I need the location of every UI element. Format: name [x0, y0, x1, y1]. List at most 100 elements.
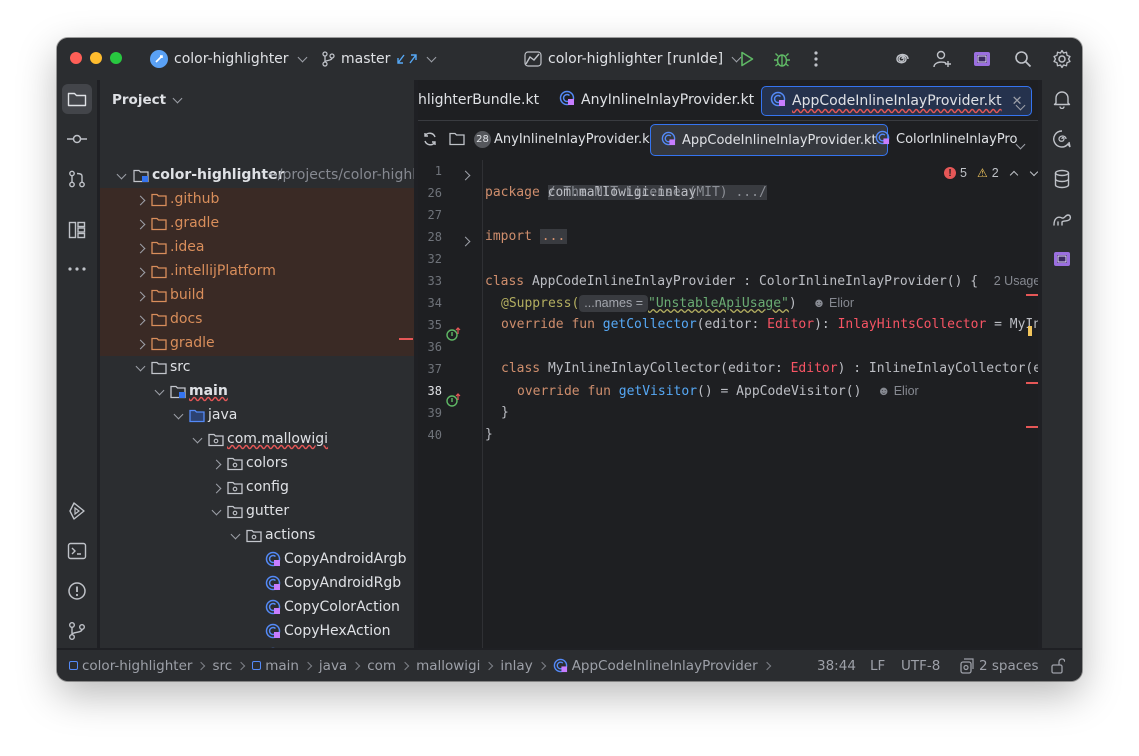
breadcrumb-item[interactable]: inlay: [500, 658, 532, 674]
tree-root[interactable]: color-highlighter ~/projects/color-highl…: [100, 164, 414, 188]
fold-expand-icon[interactable]: [460, 170, 471, 181]
zoom-window-button[interactable]: [110, 52, 122, 64]
run-button[interactable]: [735, 47, 759, 71]
tree-item[interactable]: CopyAndroidRgb: [100, 572, 414, 596]
error-stripe-mark[interactable]: [1026, 382, 1038, 384]
more-actions-button[interactable]: [804, 47, 828, 71]
line-number[interactable]: 34: [418, 296, 442, 310]
ai-chat-button[interactable]: [1047, 124, 1077, 154]
tree-item[interactable]: .idea: [100, 236, 414, 260]
line-number[interactable]: 28: [418, 230, 442, 244]
chevron-right-icon[interactable]: [135, 291, 146, 302]
line-number[interactable]: 27: [418, 208, 442, 222]
tabs-dropdown-button[interactable]: [1013, 94, 1026, 113]
tree-item[interactable]: config: [100, 476, 414, 500]
settings-button[interactable]: [1050, 47, 1074, 71]
author-hint[interactable]: ☻ Elior: [812, 296, 854, 310]
line-number[interactable]: 36: [418, 340, 442, 354]
split-tab-color-inline-inlay-provider[interactable]: ColorInlineInlayPro: [875, 121, 1017, 157]
chevron-down-icon[interactable]: [211, 505, 222, 516]
pull-requests-tool-button[interactable]: [62, 164, 92, 194]
chevron-down-icon[interactable]: [230, 529, 241, 540]
database-button[interactable]: [1047, 164, 1077, 194]
caret-position[interactable]: 38:44: [817, 650, 856, 681]
minimize-window-button[interactable]: [90, 52, 102, 64]
ai-assistant-button[interactable]: [890, 47, 914, 71]
plugin-devkit-button[interactable]: [1047, 244, 1077, 274]
split-tabs-dropdown-button[interactable]: [1013, 133, 1026, 152]
line-number[interactable]: 38: [418, 384, 442, 398]
line-separator[interactable]: LF: [870, 650, 885, 681]
author-hint[interactable]: ☻ Elior: [877, 384, 919, 398]
tree-item[interactable]: java: [100, 404, 414, 428]
chevron-right-icon[interactable]: [211, 459, 222, 470]
chevron-down-icon[interactable]: [192, 433, 203, 444]
implements-icon[interactable]: [446, 392, 462, 411]
code-editor[interactable]: / The MIT License (MIT) .../ package com…: [485, 160, 1038, 648]
code-with-me-button[interactable]: [930, 47, 954, 71]
tab-bundle[interactable]: hlighterBundle.kt: [418, 80, 539, 120]
search-everywhere-button[interactable]: [1011, 47, 1035, 71]
services-tool-button[interactable]: [62, 496, 92, 526]
project-view-selector[interactable]: Project: [112, 92, 183, 108]
line-number[interactable]: 35: [418, 318, 442, 332]
usages-hint[interactable]: 2 Usages: [994, 274, 1038, 288]
branch-switcher[interactable]: master: [321, 38, 437, 80]
tree-item[interactable]: CopyHexAction: [100, 620, 414, 644]
tree-item[interactable]: gradle: [100, 332, 414, 356]
chevron-down-icon[interactable]: [173, 409, 184, 420]
line-number[interactable]: 33: [418, 274, 442, 288]
tree-item[interactable]: CopyAndroidArgb: [100, 548, 414, 572]
breadcrumb-item[interactable]: main: [252, 658, 299, 674]
open-folder-button[interactable]: [449, 131, 465, 150]
gradle-button[interactable]: [1047, 204, 1077, 234]
tree-item[interactable]: colors: [100, 452, 414, 476]
tree-item[interactable]: .github: [100, 188, 414, 212]
import-fold[interactable]: ...: [539, 229, 568, 244]
tree-item[interactable]: gutter: [100, 500, 414, 524]
chevron-right-icon[interactable]: [135, 315, 146, 326]
tree-item[interactable]: main: [100, 380, 414, 404]
split-tab-any-inline-inlay-provider[interactable]: 28 AnyInlineInlayProvider.kt: [474, 121, 655, 157]
plugin-button[interactable]: [970, 47, 994, 71]
split-tab-app-code-inline-inlay-provider[interactable]: AppCodeInlineInlayProvider.kt: [650, 124, 888, 156]
fold-expand-icon[interactable]: [460, 236, 471, 247]
error-stripe-mark[interactable]: [1026, 294, 1038, 296]
breadcrumb-item[interactable]: com: [367, 658, 396, 674]
tree-item[interactable]: CopyHslaAction: [100, 644, 414, 648]
chevron-right-icon[interactable]: [135, 339, 146, 350]
chevron-right-icon[interactable]: [135, 267, 146, 278]
problems-tool-button[interactable]: [62, 576, 92, 606]
indent-setting[interactable]: 2 spaces: [960, 650, 1039, 681]
line-number[interactable]: 37: [418, 362, 442, 376]
chevron-right-icon[interactable]: [135, 219, 146, 230]
file-encoding[interactable]: UTF-8: [901, 650, 940, 681]
chevron-right-icon[interactable]: [211, 483, 222, 494]
next-highlight-icon[interactable]: [1029, 167, 1038, 176]
git-tool-button[interactable]: [62, 616, 92, 646]
inspection-widget[interactable]: ! 5 ⚠ 2: [938, 166, 1038, 180]
error-stripe-mark[interactable]: [1026, 426, 1038, 428]
error-stripe-mark[interactable]: [1028, 326, 1032, 336]
breadcrumb-item[interactable]: java: [319, 658, 347, 674]
tree-item[interactable]: docs: [100, 308, 414, 332]
tree-item[interactable]: CopyColorAction: [100, 596, 414, 620]
more-tool-windows-button[interactable]: [62, 254, 92, 284]
tree-item[interactable]: src: [100, 356, 414, 380]
project-tool-button[interactable]: [62, 84, 92, 114]
line-number[interactable]: 26: [418, 186, 442, 200]
line-number[interactable]: 40: [418, 428, 442, 442]
tree-item[interactable]: .intellijPlatform: [100, 260, 414, 284]
chevron-right-icon[interactable]: [135, 243, 146, 254]
tree-item[interactable]: com.mallowigi: [100, 428, 414, 452]
close-window-button[interactable]: [70, 52, 82, 64]
commit-tool-button[interactable]: [62, 124, 92, 154]
sync-button[interactable]: [422, 131, 438, 151]
line-number[interactable]: 39: [418, 406, 442, 420]
terminal-tool-button[interactable]: [62, 536, 92, 566]
tree-item[interactable]: .gradle: [100, 212, 414, 236]
tab-any-inline-inlay-provider[interactable]: AnyInlineInlayProvider.kt: [559, 80, 754, 120]
chevron-down-icon[interactable]: [116, 169, 127, 180]
breadcrumb-item[interactable]: AppCodeInlineInlayProvider: [553, 658, 758, 674]
chevron-right-icon[interactable]: [135, 195, 146, 206]
